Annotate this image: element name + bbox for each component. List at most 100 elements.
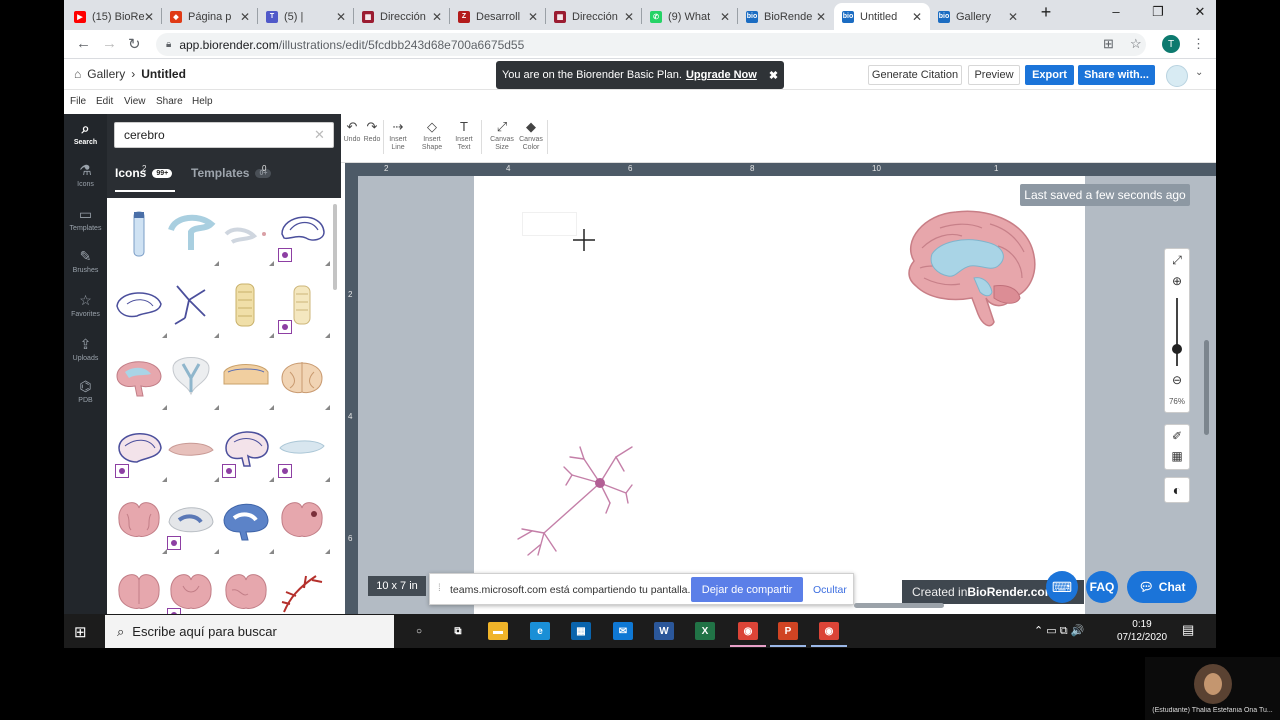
taskbar-store-icon[interactable]: ▦ <box>571 622 591 640</box>
close-tab-icon[interactable]: ✕ <box>912 10 922 24</box>
menu-view[interactable]: View <box>124 96 146 107</box>
more-options-corner-icon[interactable] <box>214 549 219 554</box>
taskbar-chrome-icon[interactable]: ◉ <box>738 622 758 640</box>
browser-tab[interactable]: bio BioRende ✕ <box>738 3 834 30</box>
clear-search-icon[interactable]: ✕ <box>314 127 325 143</box>
close-tab-icon[interactable]: ✕ <box>816 10 826 24</box>
icon-result[interactable] <box>113 564 165 614</box>
icon-result[interactable] <box>276 564 328 614</box>
brain-illustration[interactable] <box>894 206 1039 331</box>
menu-help[interactable]: Help <box>192 96 213 107</box>
zoom-out-icon[interactable]: ⊖ <box>1165 373 1189 387</box>
grid-icon[interactable]: ▦ <box>1165 449 1189 463</box>
icon-result[interactable] <box>220 204 274 266</box>
browser-tab[interactable]: ✆ (9) What ✕ <box>642 3 738 30</box>
tool-canvas-color[interactable]: ◆ Canvas Color <box>517 118 545 152</box>
rail-item-icons[interactable]: ⚗ Icons <box>64 162 107 188</box>
more-options-corner-icon[interactable] <box>269 405 274 410</box>
zoom-in-icon[interactable]: ⊕ <box>1165 274 1189 288</box>
document-title[interactable]: Untitled <box>141 67 186 81</box>
icon-result[interactable] <box>113 348 167 410</box>
hide-share-bar-link[interactable]: Ocultar <box>813 584 847 596</box>
maximize-icon[interactable]: ❐ <box>1138 4 1178 20</box>
system-tray[interactable]: ⌃ ▭ ⧉ 🔊 <box>1034 624 1084 638</box>
url-bar[interactable]: 🔒︎ app.biorender.com/illustrations/edit/… <box>156 33 1146 56</box>
bookmark-star-icon[interactable]: ☆ <box>1130 36 1142 52</box>
rail-item-search[interactable]: ⌕ Search <box>64 120 107 146</box>
taskbar-powerpoint-icon[interactable]: P <box>778 622 798 640</box>
more-options-corner-icon[interactable] <box>269 261 274 266</box>
browser-tab[interactable]: ▦ Dirección ✕ <box>354 3 450 30</box>
new-tab-icon[interactable]: + <box>1026 2 1066 23</box>
taskbar-excel-icon[interactable]: X <box>695 622 715 640</box>
fit-screen-icon[interactable]: ⤢ <box>1165 253 1189 268</box>
minimize-icon[interactable]: – <box>1096 4 1136 19</box>
chevron-down-icon[interactable]: ⌄ <box>1195 67 1203 78</box>
artboard[interactable] <box>474 176 1085 614</box>
icon-result[interactable] <box>220 420 274 482</box>
close-tab-icon[interactable]: ✕ <box>528 10 538 24</box>
ruler-icon[interactable]: ✐ <box>1165 429 1189 443</box>
browser-tab[interactable]: ▦ Dirección ✕ <box>546 3 642 30</box>
icon-result[interactable] <box>165 564 217 614</box>
icon-result[interactable] <box>220 564 272 614</box>
tool-undo[interactable]: ↶ Undo <box>343 118 361 144</box>
zoom-slider[interactable] <box>1176 298 1178 366</box>
forward-icon[interactable]: → <box>102 35 117 52</box>
rail-item-favorites[interactable]: ☆ Favorites <box>64 292 107 318</box>
more-options-corner-icon[interactable] <box>325 405 330 410</box>
more-options-corner-icon[interactable] <box>325 333 330 338</box>
upgrade-link[interactable]: Upgrade Now <box>686 69 757 81</box>
back-icon[interactable]: ← <box>76 35 91 52</box>
translate-icon[interactable]: ⊞ <box>1103 36 1114 52</box>
icon-result[interactable] <box>165 492 219 554</box>
more-options-corner-icon[interactable] <box>325 549 330 554</box>
chat-button[interactable]: 💬︎ Chat <box>1127 571 1197 603</box>
icon-result[interactable] <box>220 276 274 338</box>
rail-item-pdb[interactable]: ⌬ PDB <box>64 378 107 404</box>
more-options-corner-icon[interactable] <box>214 477 219 482</box>
user-avatar[interactable] <box>1166 65 1188 87</box>
menu-share[interactable]: Share <box>156 96 183 107</box>
empty-text-box[interactable] <box>522 212 577 236</box>
more-options-corner-icon[interactable] <box>214 405 219 410</box>
close-window-icon[interactable]: ✕ <box>1180 4 1216 20</box>
profile-avatar[interactable]: T <box>1162 35 1180 53</box>
stop-sharing-button[interactable]: Dejar de compartir <box>691 577 803 602</box>
icon-result[interactable] <box>165 420 219 482</box>
browser-tab[interactable]: ▶ (15) BioRe ✕ <box>66 3 162 30</box>
icon-result[interactable] <box>113 204 165 266</box>
tool-insert-shape[interactable]: ◇ Insert Shape <box>417 118 447 152</box>
search-input[interactable] <box>114 122 334 148</box>
close-banner-icon[interactable]: ✖ <box>769 69 778 82</box>
rail-item-templates[interactable]: ▭ Templates <box>64 206 107 232</box>
close-tab-icon[interactable]: ✕ <box>1008 10 1018 24</box>
breadcrumb-gallery[interactable]: Gallery <box>87 67 125 81</box>
close-tab-icon[interactable]: ✕ <box>144 10 154 24</box>
icon-result[interactable] <box>276 492 330 554</box>
browser-tab[interactable]: Z Desarroll ✕ <box>450 3 546 30</box>
menu-file[interactable]: File <box>70 96 86 107</box>
export-button[interactable]: Export <box>1025 65 1074 85</box>
generate-citation-button[interactable]: Generate Citation <box>868 65 962 85</box>
icon-result[interactable] <box>220 348 274 410</box>
icon-result[interactable] <box>220 492 274 554</box>
browser-tab[interactable]: T (5) | ✕ <box>258 3 354 30</box>
reload-icon[interactable]: ↻ <box>128 35 141 53</box>
canvas-horizontal-scrollbar[interactable] <box>854 603 944 608</box>
share-button[interactable]: Share with... <box>1078 65 1155 85</box>
icon-result[interactable] <box>276 204 330 266</box>
drag-handle-icon[interactable]: ⁞ <box>438 583 441 594</box>
more-options-corner-icon[interactable] <box>214 261 219 266</box>
chrome-menu-icon[interactable]: ⋮ <box>1192 36 1205 52</box>
more-options-corner-icon[interactable] <box>325 261 330 266</box>
clock[interactable]: 0:19 07/12/2020 <box>1112 618 1172 644</box>
more-options-corner-icon[interactable] <box>325 477 330 482</box>
more-options-corner-icon[interactable] <box>214 333 219 338</box>
icon-result[interactable] <box>113 492 167 554</box>
browser-tab[interactable]: ◆ Página p ✕ <box>162 3 258 30</box>
keyboard-shortcuts-icon[interactable]: ⌨ <box>1046 571 1078 603</box>
icon-result[interactable] <box>165 276 219 338</box>
close-tab-icon[interactable]: ✕ <box>720 10 730 24</box>
close-tab-icon[interactable]: ✕ <box>624 10 634 24</box>
